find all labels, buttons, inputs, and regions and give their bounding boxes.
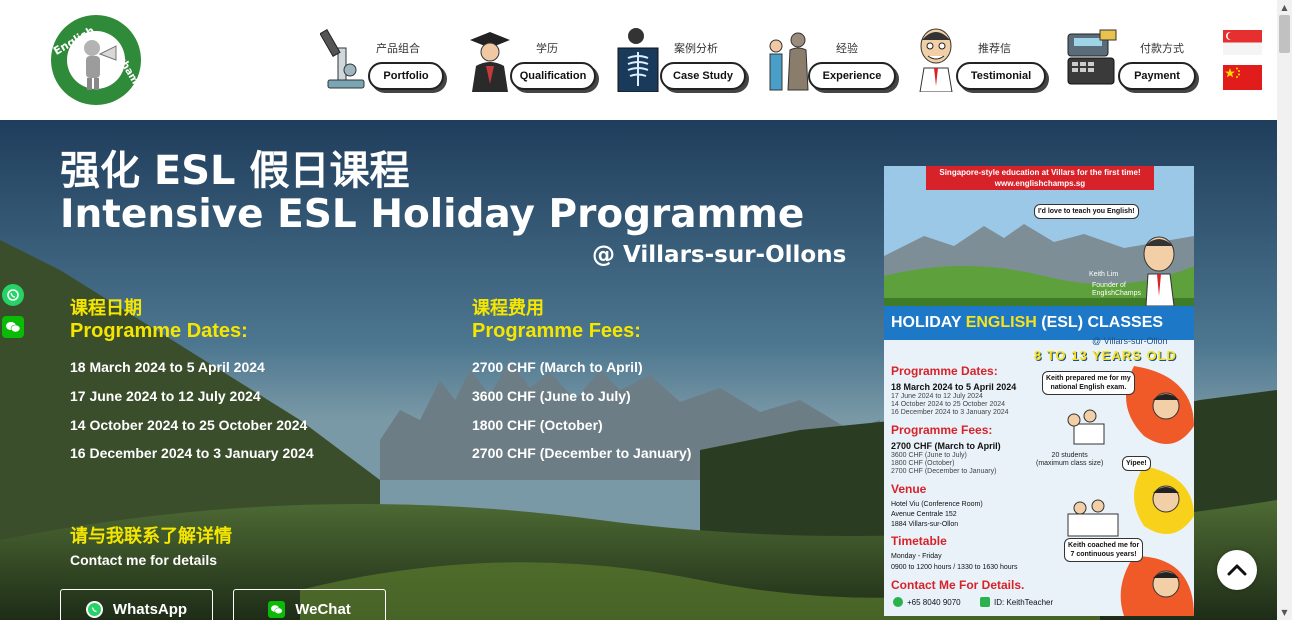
- back-to-top-button[interactable]: [1217, 550, 1257, 590]
- poster-venue-line: 1884 Villars-sur-Ollon: [891, 521, 959, 528]
- wechat-button-label: WeChat: [295, 600, 351, 618]
- nav-label-en: Case Study: [660, 62, 746, 90]
- fee-line: 1800 CHF (October): [472, 417, 603, 433]
- poster-founder-company: EnglishChamps: [1092, 290, 1142, 297]
- nav-label-cn: 学历: [536, 42, 558, 55]
- graduate-icon: [466, 26, 516, 92]
- poster-age-range: 8 TO 13 YEARS OLD: [1034, 348, 1177, 363]
- nav-label-en: Qualification: [510, 62, 596, 90]
- poster-fee: 2700 CHF (March to April): [891, 441, 1001, 451]
- poster-timetable-title: Timetable: [891, 534, 947, 548]
- fee-line: 3600 CHF (June to July): [472, 388, 631, 404]
- poster-fee: 2700 CHF (December to January): [891, 468, 997, 475]
- date-line: 16 December 2024 to 3 January 2024: [70, 445, 314, 461]
- nav-testimonial[interactable]: 推荐信 Testimonial: [914, 22, 1048, 94]
- wechat-button[interactable]: WeChat: [233, 589, 386, 620]
- englishchamps-logo[interactable]: English champs: [50, 10, 147, 110]
- scroll-down-arrow-icon[interactable]: ▼: [1277, 605, 1292, 620]
- whatsapp-float-icon[interactable]: [2, 284, 24, 306]
- poster-wechat-id: ID: KeithTeacher: [980, 597, 1053, 607]
- poster-contact-title: Contact Me For Details.: [891, 578, 1025, 592]
- nav-label-en: Testimonial: [956, 62, 1046, 90]
- scroll-up-arrow-icon[interactable]: ▲: [1277, 0, 1292, 15]
- whatsapp-icon: [85, 600, 103, 618]
- poster-venue-line: Hotel Viu (Conference Room): [891, 501, 983, 508]
- xray-icon: [616, 26, 660, 93]
- page-location: @ Villars-sur-Ollons: [592, 242, 847, 268]
- poster-fees-title: Programme Fees:: [891, 423, 993, 437]
- fee-line: 2700 CHF (March to April): [472, 359, 643, 375]
- singapore-flag-icon[interactable]: [1223, 30, 1262, 55]
- poster-fee: 3600 CHF (June to July): [891, 452, 967, 459]
- fees-heading-cn: 课程费用: [472, 298, 544, 319]
- china-flag-icon[interactable]: [1223, 65, 1262, 90]
- nav-label-en: Portfolio: [368, 62, 444, 90]
- nav-qualification[interactable]: 学历 Qualification: [466, 22, 598, 94]
- page-scrollbar[interactable]: ▲ ▼: [1277, 0, 1292, 620]
- fees-heading-en: Programme Fees:: [472, 320, 641, 342]
- poster-venue-line: Avenue Centrale 152: [891, 511, 957, 518]
- poster-venue-title: Venue: [891, 482, 927, 496]
- nav-payment[interactable]: 付款方式 Payment: [1066, 22, 1198, 94]
- scroll-thumb[interactable]: [1279, 15, 1290, 53]
- poster-date: 17 June 2024 to 12 July 2024: [891, 393, 983, 400]
- poster-date: 18 March 2024 to 5 April 2024: [891, 382, 1017, 392]
- whatsapp-icon: [893, 597, 903, 607]
- wechat-icon: [980, 597, 990, 607]
- holiday-class-poster[interactable]: Singapore-style education at Villars for…: [884, 166, 1194, 616]
- fee-line: 2700 CHF (December to January): [472, 445, 692, 461]
- wechat-icon: [268, 600, 286, 618]
- nav-label-cn: 付款方式: [1140, 42, 1184, 55]
- poster-founder-title: Founder of: [1092, 282, 1126, 289]
- poster-date: 16 December 2024 to 3 January 2024: [891, 409, 1009, 416]
- whatsapp-button[interactable]: WhatsApp: [60, 589, 213, 620]
- date-line: 18 March 2024 to 5 April 2024: [70, 359, 265, 375]
- poster-date: 14 October 2024 to 25 October 2024: [891, 401, 1006, 408]
- poster-time-line: 0900 to 1200 hours / 1330 to 1630 hours: [891, 564, 1018, 571]
- poster-fee: 1800 CHF (October): [891, 460, 955, 467]
- poster-bubble-teach: I'd love to teach you English!: [1034, 204, 1139, 219]
- nav-label-cn: 产品组合: [376, 42, 420, 55]
- nav-case-study[interactable]: 案例分析 Case Study: [616, 22, 748, 94]
- poster-banner-line2: www.englishchamps.sg: [994, 179, 1086, 188]
- nav-experience[interactable]: 经验 Experience: [766, 22, 898, 94]
- poster-banner-line1: Singapore-style education at Villars for…: [939, 168, 1141, 177]
- nav-label-en: Experience: [808, 62, 896, 90]
- dates-heading-cn: 课程日期: [70, 298, 142, 319]
- wechat-float-icon[interactable]: [2, 316, 24, 338]
- chevron-up-icon: [1227, 564, 1247, 576]
- microscope-icon: [319, 26, 370, 92]
- nav-label-en: Payment: [1118, 62, 1196, 90]
- contact-heading-en: Contact me for details: [70, 552, 218, 568]
- poster-heading: HOLIDAY ENGLISH (ESL) CLASSES: [891, 314, 1164, 331]
- poster-founder-name: Keith Lim: [1089, 271, 1119, 278]
- dates-heading-en: Programme Dates:: [70, 320, 248, 342]
- poster-students-illustration: [1067, 366, 1194, 616]
- nav-label-cn: 经验: [836, 42, 858, 55]
- page-title-cn: 强化 ESL 假日课程: [60, 148, 410, 194]
- hero-section: 强化 ESL 假日课程 Intensive ESL Holiday Progra…: [0, 120, 1277, 620]
- site-header: English champs 产品组合 Portfolio 学历 Qualifi…: [0, 0, 1277, 120]
- contact-heading-cn: 请与我联系了解详情: [70, 526, 232, 547]
- poster-bubble-exam: Keith prepared me for my national English…: [1042, 371, 1135, 395]
- nav-portfolio[interactable]: 产品组合 Portfolio: [319, 22, 448, 94]
- poster-phone: +65 8040 9070: [893, 597, 961, 607]
- date-line: 14 October 2024 to 25 October 2024: [70, 417, 308, 433]
- page-title-en: Intensive ESL Holiday Programme: [60, 192, 805, 237]
- date-line: 17 June 2024 to 12 July 2024: [70, 388, 261, 404]
- nav-label-cn: 案例分析: [674, 42, 718, 55]
- poster-bubble-coached: Keith coached me for 7 continuous years!: [1064, 538, 1144, 562]
- poster-bubble-yipee: Yipee!: [1122, 456, 1151, 471]
- cash-register-icon: [1066, 26, 1126, 92]
- nav-label-cn: 推荐信: [978, 42, 1011, 55]
- poster-class-size: 20 students (maximum class size): [1036, 452, 1104, 467]
- whatsapp-button-label: WhatsApp: [112, 600, 188, 618]
- poster-dates-title: Programme Dates:: [891, 364, 998, 378]
- poster-banner: Singapore-style education at Villars for…: [926, 166, 1154, 190]
- poster-location: @ Villars-sur-Ollon: [1092, 336, 1168, 346]
- poster-time-line: Monday - Friday: [891, 553, 942, 560]
